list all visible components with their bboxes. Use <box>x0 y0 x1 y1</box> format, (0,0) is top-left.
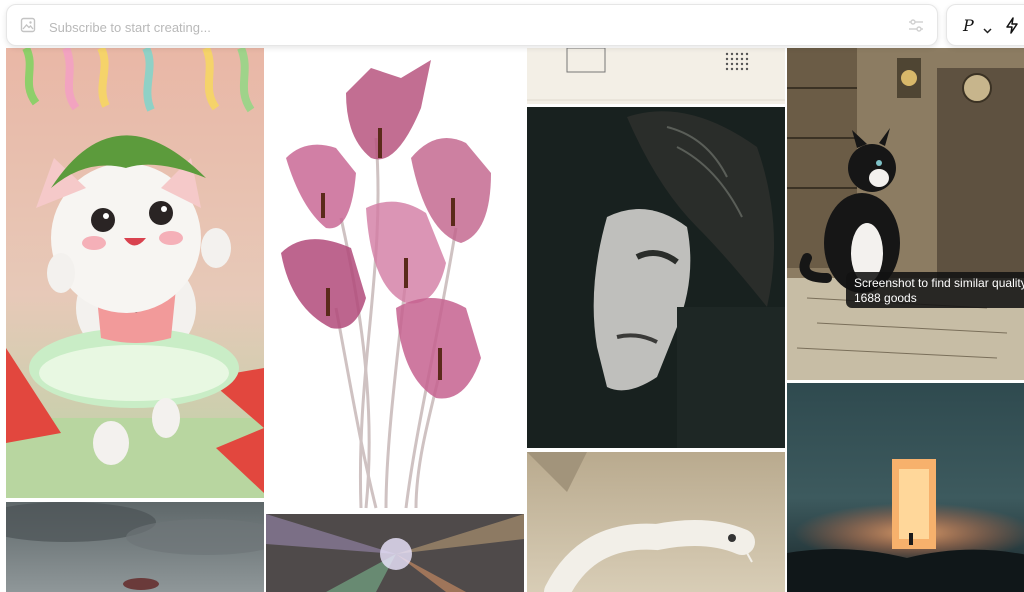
cat-antique-room-image[interactable] <box>787 48 1024 380</box>
pink-tulips-image[interactable] <box>266 48 524 510</box>
kitten-watermelon-image[interactable] <box>6 48 264 498</box>
prompt-bar <box>6 4 938 46</box>
tooltip-line-2: 1688 goods <box>854 291 917 305</box>
face-shadow-portrait-image[interactable] <box>527 107 785 448</box>
crystal-burst-image[interactable] <box>266 514 524 592</box>
sliders-icon[interactable] <box>907 17 925 40</box>
mode-label: P <box>963 16 974 35</box>
lightning-icon[interactable] <box>1005 17 1019 39</box>
glowing-portal-seascape-image[interactable] <box>787 383 1024 592</box>
notebook-paper-image[interactable] <box>527 48 785 104</box>
mode-selector[interactable]: P <box>946 4 1024 46</box>
tooltip-line-1: Screenshot to find similar quality <box>854 276 1024 290</box>
chevron-down-icon <box>983 21 992 39</box>
stormy-sky-image[interactable] <box>6 502 264 592</box>
image-upload-icon[interactable] <box>20 17 36 38</box>
white-snake-image[interactable] <box>527 452 785 592</box>
prompt-input[interactable] <box>47 15 871 39</box>
tooltip: Screenshot to find similar quality 1688 … <box>846 272 1024 308</box>
